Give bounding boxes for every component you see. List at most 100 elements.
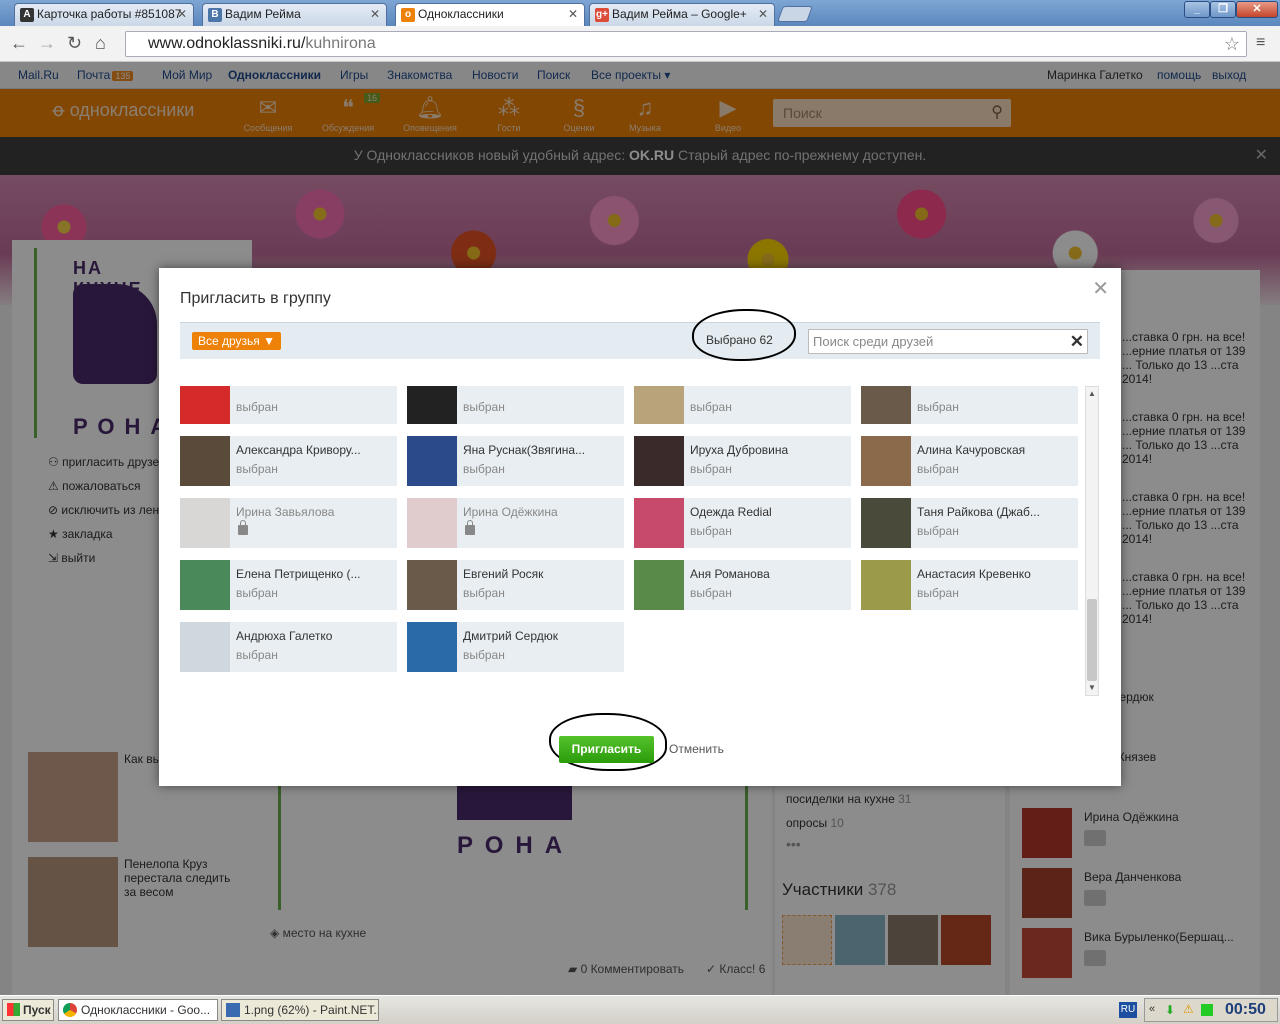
friend-card[interactable]: выбран (407, 386, 624, 424)
avatar (180, 436, 230, 486)
scroll-up-icon[interactable]: ▲ (1088, 389, 1096, 398)
avatar (634, 386, 684, 424)
clock[interactable]: 00:50 (1225, 1001, 1266, 1019)
avatar (180, 560, 230, 610)
window-close-button[interactable]: ✕ (1236, 1, 1278, 18)
scrollbar-thumb[interactable] (1087, 599, 1097, 681)
friend-name: Анастасия Кревенко (917, 567, 1031, 581)
friend-name: Аня Романова (690, 567, 770, 581)
reload-icon[interactable]: ↻ (67, 34, 82, 52)
download-icon[interactable]: ⬇ (1165, 1003, 1175, 1017)
scrollbar[interactable]: ▲ ▼ (1085, 386, 1099, 696)
avatar (407, 436, 457, 486)
home-icon[interactable]: ⌂ (95, 34, 106, 52)
invite-button[interactable]: Пригласить (559, 736, 654, 763)
address-bar[interactable]: www.odnoklassniki.ru/kuhnirona ☆ (125, 31, 1247, 57)
friends-search-input[interactable]: Поиск среди друзей ✕ (808, 329, 1088, 354)
close-icon[interactable]: ✕ (1092, 276, 1109, 301)
maximize-button[interactable]: ❐ (1210, 1, 1236, 18)
friend-card[interactable]: выбран (861, 386, 1078, 424)
lock-icon (238, 520, 248, 535)
forward-icon[interactable]: → (38, 34, 56, 52)
friend-card[interactable]: Ируха Дубровина выбран (634, 436, 851, 486)
avatar (634, 436, 684, 486)
chrome-icon (63, 1003, 77, 1017)
friend-card[interactable]: выбран (180, 386, 397, 424)
expand-tray-icon[interactable]: « (1149, 1003, 1155, 1015)
friend-card[interactable]: Елена Петрищенко (... выбран (180, 560, 397, 610)
scroll-down-icon[interactable]: ▼ (1088, 683, 1096, 692)
friend-card[interactable]: Ирина Завьялова (180, 498, 397, 548)
friend-card[interactable]: Яна Руснак(Звягина... выбран (407, 436, 624, 486)
taskbar-item-paint[interactable]: 1.png (62%) - Paint.NET... (221, 999, 379, 1021)
friend-card[interactable]: Одежда Redial выбран (634, 498, 851, 548)
close-icon[interactable]: ✕ (568, 4, 578, 25)
close-icon[interactable]: ✕ (370, 4, 380, 25)
friend-card[interactable]: Евгений Росяк выбран (407, 560, 624, 610)
ok-icon: o (401, 8, 415, 22)
friend-card[interactable]: Анастасия Кревенко выбран (861, 560, 1078, 610)
avatar (634, 560, 684, 610)
bookmark-star-icon[interactable]: ☆ (1224, 32, 1240, 56)
dialog-filter-bar: Все друзья ▼ Выбрано 62 Поиск среди друз… (180, 309, 1100, 361)
windows-logo-icon (7, 1003, 20, 1016)
friend-card[interactable]: выбран (634, 386, 851, 424)
paint-icon (226, 1003, 240, 1017)
friend-status: выбран (463, 648, 505, 662)
friend-name: Яна Руснак(Звягина... (463, 443, 586, 457)
taskbar-item-chrome[interactable]: Одноклассники - Goo... (58, 999, 218, 1021)
new-tab-button[interactable] (777, 6, 813, 22)
avatar (861, 498, 911, 548)
friend-status: выбран (690, 524, 732, 538)
friend-status: выбран (463, 400, 505, 414)
vk-icon: B (208, 8, 222, 22)
close-icon[interactable]: ✕ (758, 4, 768, 25)
clear-icon[interactable]: ✕ (1070, 330, 1084, 353)
friend-name: Таня Райкова (Джаб... (917, 505, 1040, 519)
network-icon[interactable] (1201, 1004, 1213, 1016)
friend-name: Ирина Завьялова (236, 505, 335, 519)
tab-3[interactable]: g+ Вадим Рейма – Google+ ✕ (589, 3, 775, 26)
friend-status: выбран (690, 586, 732, 600)
friend-status: выбран (236, 648, 278, 662)
tab-label: Вадим Рейма – Google+ (612, 7, 747, 21)
avatar (180, 498, 230, 548)
friends-filter-dropdown[interactable]: Все друзья ▼ (192, 332, 282, 350)
avatar (861, 560, 911, 610)
tab-label: Вадим Рейма (225, 7, 301, 21)
gplus-icon: g+ (595, 8, 609, 22)
friend-card[interactable]: Алина Качуровская выбран (861, 436, 1078, 486)
friend-card[interactable]: Таня Райкова (Джаб... выбран (861, 498, 1078, 548)
friend-status: выбран (917, 586, 959, 600)
selected-count: Выбрано 62 (706, 333, 773, 347)
friends-grid: выбран выбран выбран выбран Александра Криво… (180, 386, 1084, 696)
taskbar-label: Одноклассники - Goo... (81, 1003, 211, 1017)
friend-name: Ирина Одёжкина (463, 505, 558, 519)
friend-name: Дмитрий Сердюк (463, 629, 558, 643)
warning-icon[interactable]: ⚠ (1183, 1002, 1194, 1016)
friend-card[interactable]: Ирина Одёжкина (407, 498, 624, 548)
tab-1[interactable]: B Вадим Рейма ✕ (202, 3, 387, 26)
friend-card[interactable]: Александра Кривору... выбран (180, 436, 397, 486)
browser-toolbar: ← → ↻ ⌂ www.odnoklassniki.ru/kuhnirona ☆… (0, 26, 1280, 62)
friend-name: Евгений Росяк (463, 567, 544, 581)
tab-0[interactable]: A Карточка работы #851087 ✕ (14, 3, 194, 26)
minimize-button[interactable]: _ (1184, 1, 1210, 18)
cancel-button[interactable]: Отменить (669, 742, 724, 756)
friend-card[interactable]: Аня Романова выбран (634, 560, 851, 610)
friend-status: выбран (690, 400, 732, 414)
start-button[interactable]: Пуск (2, 999, 54, 1021)
friend-card[interactable]: Андрюха Галетко выбран (180, 622, 397, 672)
language-indicator[interactable]: RU (1119, 1002, 1137, 1018)
avatar (861, 386, 911, 424)
friend-name: Одежда Redial (690, 505, 772, 519)
friend-status: выбран (917, 400, 959, 414)
avatar (861, 436, 911, 486)
close-icon[interactable]: ✕ (177, 4, 187, 25)
tab-2[interactable]: o Одноклассники ✕ (395, 3, 585, 27)
menu-wrench-icon[interactable]: ≡ (1256, 34, 1265, 52)
friend-card[interactable]: Дмитрий Сердюк выбран (407, 622, 624, 672)
invite-dialog: Пригласить в группу ✕ Все друзья ▼ Выбра… (159, 268, 1121, 786)
avatar (180, 622, 230, 672)
back-icon[interactable]: ← (10, 34, 28, 52)
